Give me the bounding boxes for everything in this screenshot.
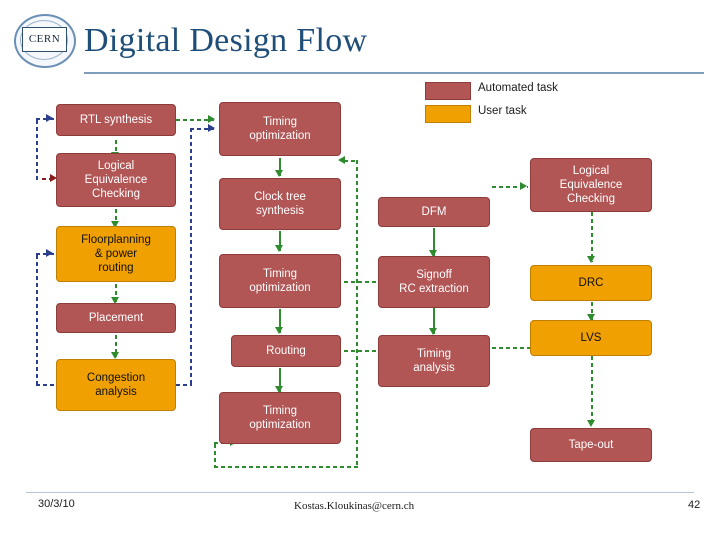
node-dfm[interactable]: DFM xyxy=(378,197,490,227)
arrowhead-feedback-rtl xyxy=(46,114,53,122)
node-lvs[interactable]: LVS xyxy=(530,320,652,356)
node-signoff-rc-extraction[interactable]: Signoff RC extraction xyxy=(378,256,490,308)
conn-lec2-drc xyxy=(591,212,593,262)
arrowhead-signoff-timeanalysis xyxy=(429,328,437,335)
cern-logo: CERN xyxy=(12,10,76,70)
conn-col2-loop-v xyxy=(356,160,358,468)
node-timing-optimization-2[interactable]: Timing optimization xyxy=(219,254,341,308)
node-tape-out[interactable]: Tape-out xyxy=(530,428,652,462)
arrowhead-lec2-drc xyxy=(587,256,595,263)
footer-divider xyxy=(26,492,694,493)
node-floorplanning-power-routing[interactable]: Floorplanning & power routing xyxy=(56,226,176,282)
conn-feedback-left-upper xyxy=(36,120,38,180)
arrowhead-feedback-floorplan xyxy=(46,249,53,257)
title-divider xyxy=(84,72,704,74)
slide: CERN Digital Design Flow Automated task … xyxy=(0,0,720,540)
node-label: Clock tree synthesis xyxy=(254,190,306,217)
node-label: Logical Equivalence Checking xyxy=(559,164,623,205)
conn-col2-loop-top xyxy=(344,160,358,162)
legend-label-user: User task xyxy=(478,105,527,117)
node-label: DFM xyxy=(421,205,447,218)
node-label: Routing xyxy=(266,344,306,357)
node-logical-equivalence-checking-1[interactable]: Logical Equivalence Checking xyxy=(56,153,176,207)
node-timing-optimization-1[interactable]: Timing optimization xyxy=(219,102,341,156)
arrowhead-placement-congestion xyxy=(111,352,119,359)
legend-swatch-automated xyxy=(425,82,471,100)
node-label: DRC xyxy=(578,276,604,289)
node-label: RTL synthesis xyxy=(79,113,153,126)
node-label: Congestion analysis xyxy=(86,371,146,398)
node-label: Placement xyxy=(88,311,144,324)
node-label: Signoff RC extraction xyxy=(399,268,469,295)
arrowhead-timeopt2-routing xyxy=(275,327,283,334)
conn-col2-loop-h xyxy=(214,466,358,468)
node-rtl-synthesis[interactable]: RTL synthesis xyxy=(56,104,176,136)
conn-lvs-tapeout xyxy=(591,356,593,426)
arrowhead-cts-timeopt2 xyxy=(275,245,283,252)
node-label: Logical Equivalence Checking xyxy=(84,159,148,200)
node-label: Floorplanning & power routing xyxy=(81,233,151,274)
legend-label-automated: Automated task xyxy=(478,82,558,94)
arrowhead-rtl-timeopt1 xyxy=(208,115,215,123)
footer-page-number: 42 xyxy=(688,499,701,511)
conn-feedback-left-lower xyxy=(36,255,38,385)
node-label: Timing optimization xyxy=(249,267,311,294)
logo-label: CERN xyxy=(22,27,67,52)
footer-date: 30/3/10 xyxy=(38,498,75,510)
arrowhead-timeopt1-cts xyxy=(275,170,283,177)
arrowhead-col2-loop-top xyxy=(338,156,345,164)
conn-congestion-loop-v xyxy=(190,128,192,386)
arrowhead-lvs-tapeout xyxy=(587,420,595,427)
node-timing-optimization-3[interactable]: Timing optimization xyxy=(219,392,341,444)
node-timing-analysis[interactable]: Timing analysis xyxy=(378,335,490,387)
footer-email: Kostas.Kloukinas@cern.ch xyxy=(294,500,415,512)
arrowhead-dfm-lec2 xyxy=(520,182,527,190)
node-label: LVS xyxy=(580,331,602,344)
node-label: Timing optimization xyxy=(249,115,311,142)
node-label: Timing optimization xyxy=(249,404,311,431)
node-logical-equivalence-checking-2[interactable]: Logical Equivalence Checking xyxy=(530,158,652,212)
node-congestion-analysis[interactable]: Congestion analysis xyxy=(56,359,176,411)
conn-feedback-bottom xyxy=(36,384,56,386)
node-routing[interactable]: Routing xyxy=(231,335,341,367)
page-title: Digital Design Flow xyxy=(84,22,368,59)
node-label: Timing analysis xyxy=(413,347,455,374)
legend-swatch-user xyxy=(425,105,471,123)
node-placement[interactable]: Placement xyxy=(56,303,176,333)
node-drc[interactable]: DRC xyxy=(530,265,652,301)
conn-congestion-loop-h xyxy=(176,384,192,386)
arrowhead-congestion-to-timing xyxy=(208,124,215,132)
node-clock-tree-synthesis[interactable]: Clock tree synthesis xyxy=(219,178,341,230)
node-label: Tape-out xyxy=(568,438,614,451)
conn-col2-loop-left-v xyxy=(214,444,216,468)
